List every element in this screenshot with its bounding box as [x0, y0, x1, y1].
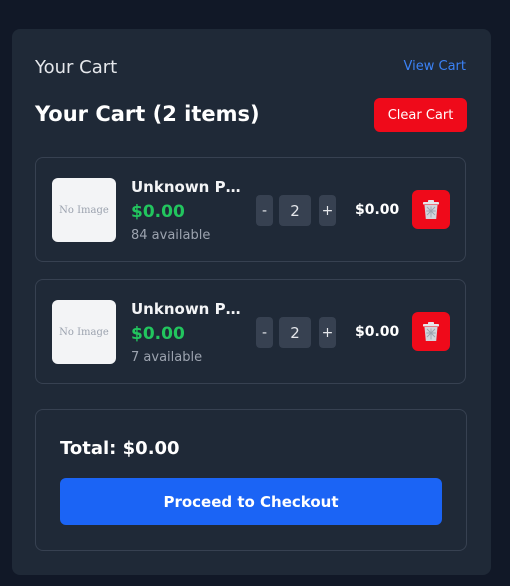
line-total: $0.00: [355, 202, 400, 218]
cart-item: No Image Unknown Pr... $0.00 7 available…: [35, 279, 466, 384]
cart-total: Total: $0.00: [60, 438, 180, 459]
quantity-value: 2: [279, 317, 311, 348]
decrease-quantity-button[interactable]: -: [256, 195, 273, 226]
clear-cart-button[interactable]: Clear Cart: [374, 98, 467, 132]
product-price: $0.00: [131, 202, 185, 222]
quantity-value: 2: [279, 195, 311, 226]
line-total: $0.00: [355, 324, 400, 340]
view-cart-link[interactable]: View Cart: [404, 59, 466, 74]
cart-panel: Your Cart View Cart Your Cart (2 items) …: [12, 29, 491, 575]
stock-available: 84 available: [131, 228, 211, 243]
increase-quantity-button[interactable]: +: [319, 317, 336, 348]
stock-available: 7 available: [131, 350, 203, 365]
remove-item-button[interactable]: [412, 312, 450, 351]
product-name[interactable]: Unknown Pr...: [131, 178, 241, 196]
product-name[interactable]: Unknown Pr...: [131, 300, 241, 318]
order-summary: Total: $0.00 Proceed to Checkout: [35, 409, 467, 551]
product-price: $0.00: [131, 324, 185, 344]
product-image-placeholder: No Image: [52, 178, 116, 242]
cart-header-title: Your Cart: [35, 57, 118, 78]
trash-icon: [423, 321, 439, 341]
product-image-placeholder: No Image: [52, 300, 116, 364]
cart-item: No Image Unknown Pr... $0.00 84 availabl…: [35, 157, 466, 262]
remove-item-button[interactable]: [412, 190, 450, 229]
increase-quantity-button[interactable]: +: [319, 195, 336, 226]
page-title: Your Cart (2 items): [35, 102, 260, 126]
checkout-button[interactable]: Proceed to Checkout: [60, 478, 442, 525]
trash-icon: [423, 199, 439, 219]
decrease-quantity-button[interactable]: -: [256, 317, 273, 348]
